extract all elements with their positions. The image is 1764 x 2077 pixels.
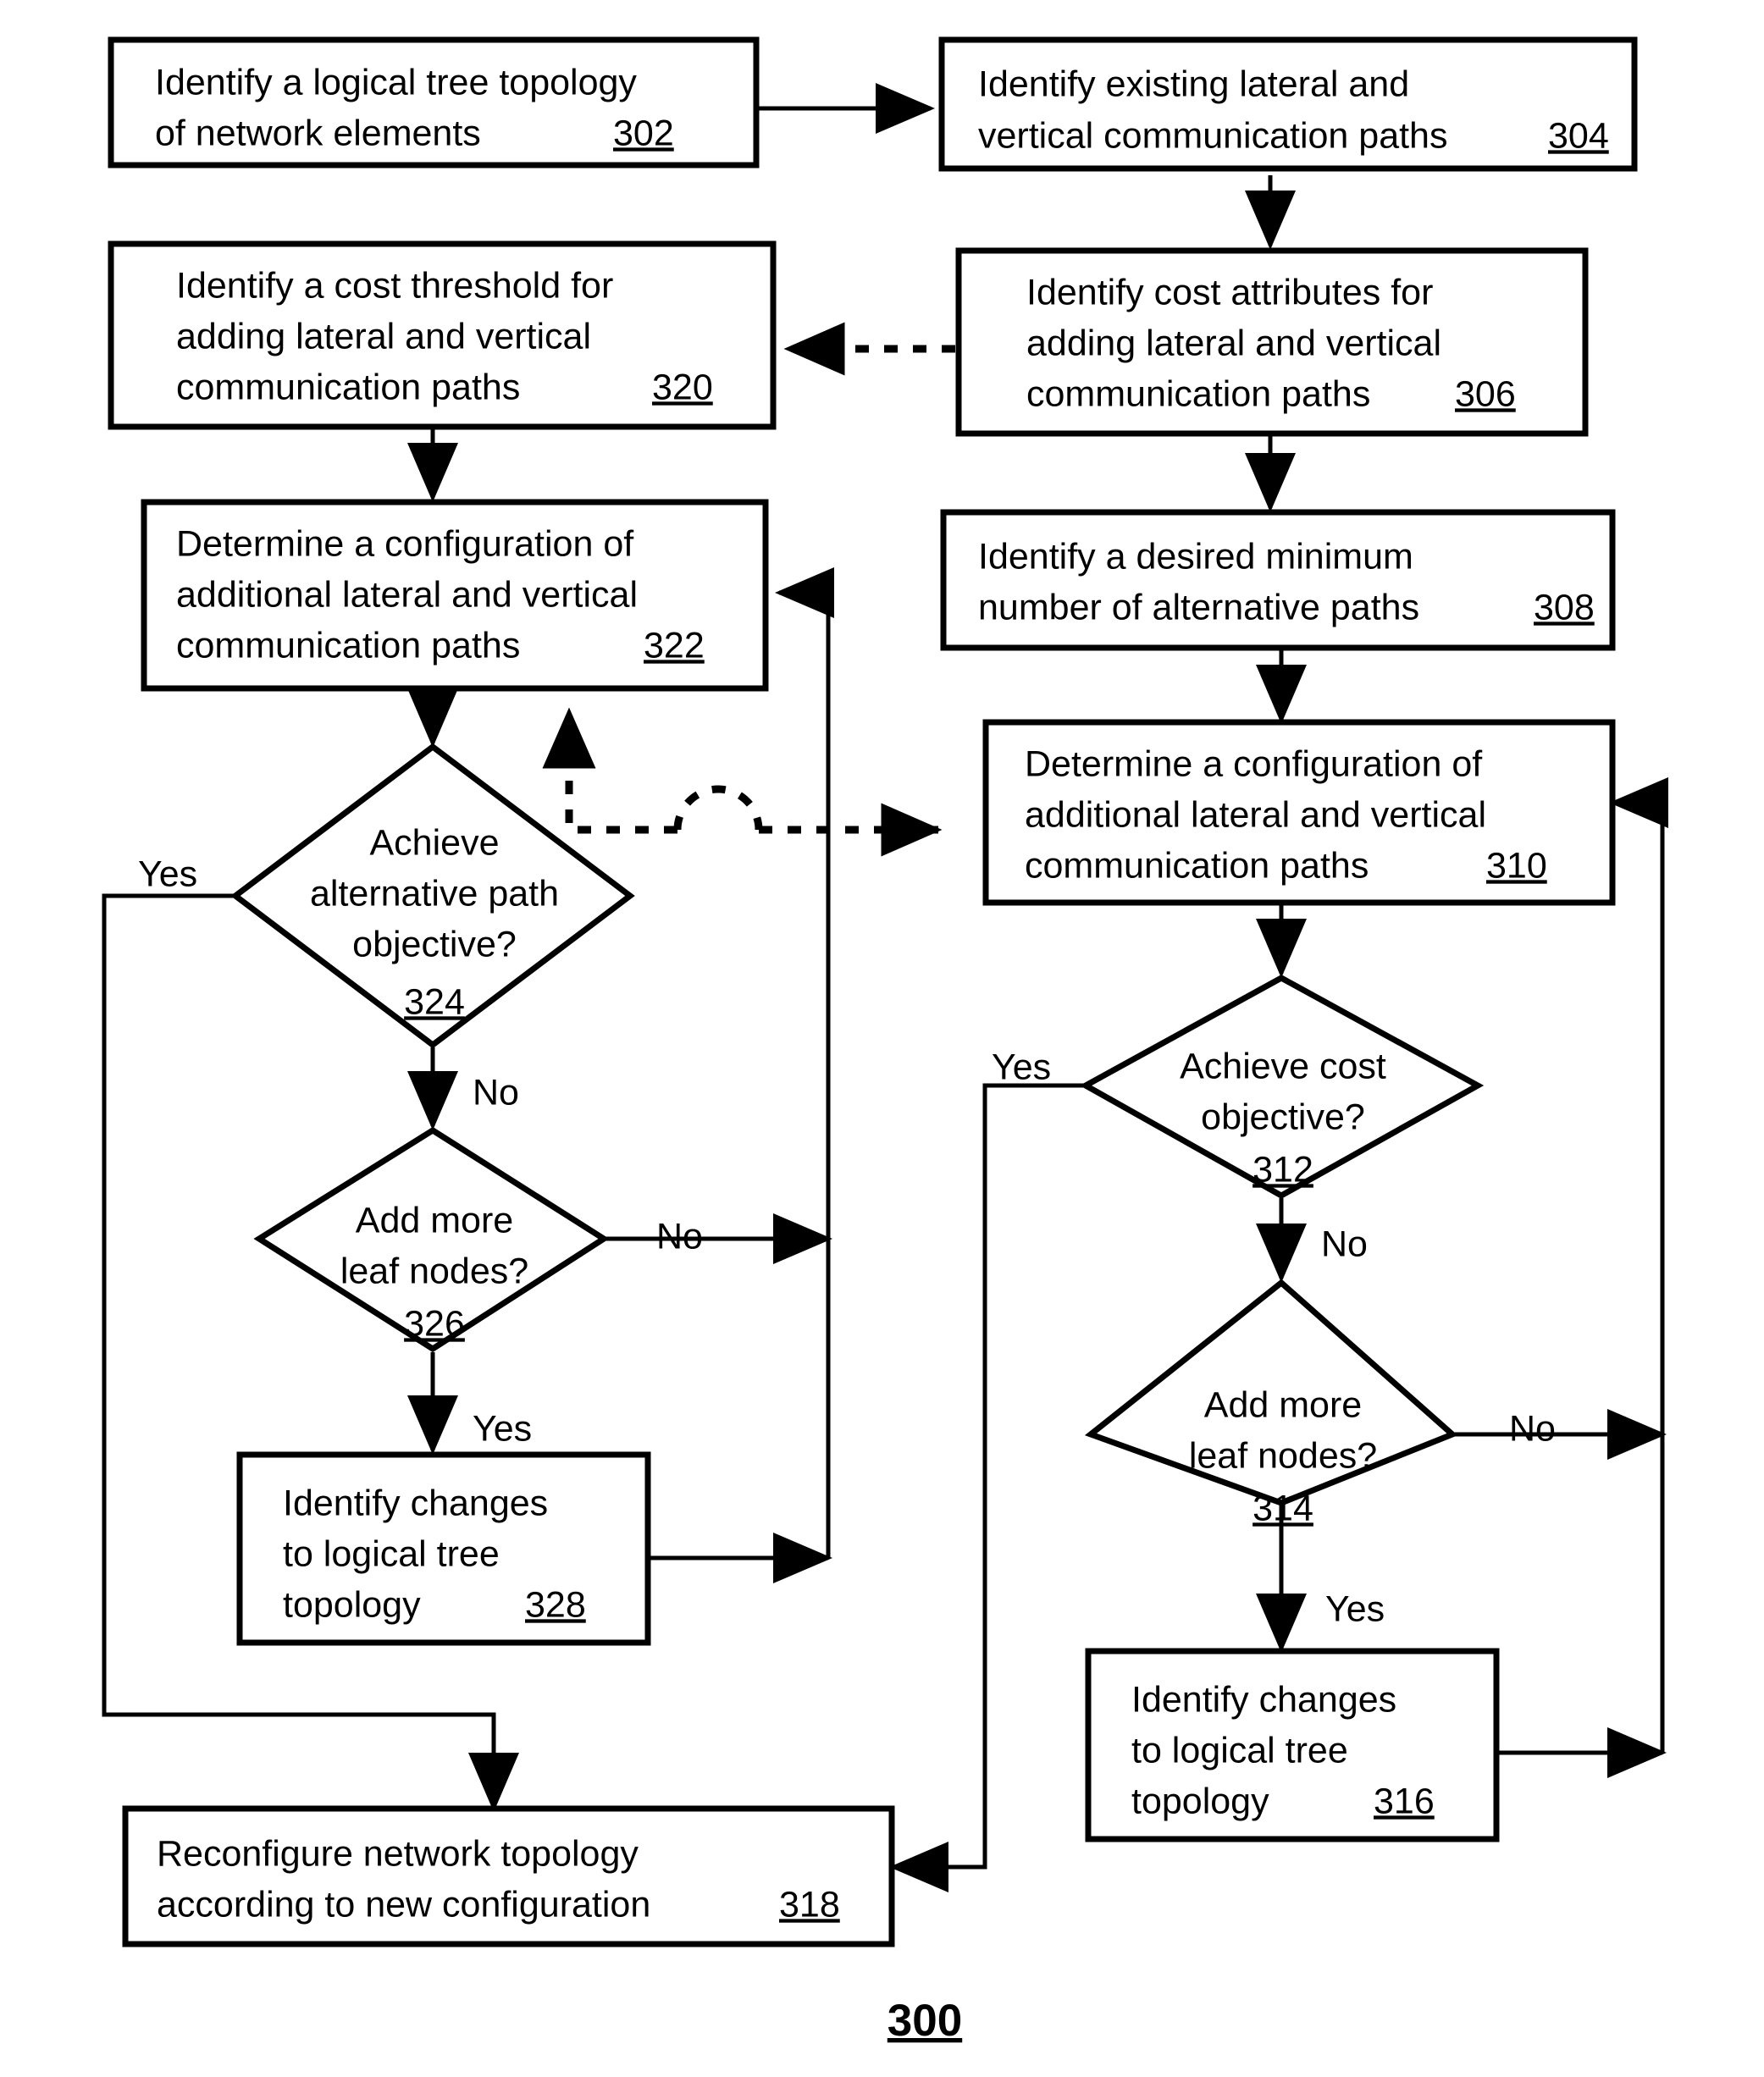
patent-flowchart-figure: Identify a logical tree topology of netw… bbox=[0, 0, 1764, 2077]
node-314-line2: leaf nodes? bbox=[1189, 1435, 1377, 1476]
edge-label-312-no: No bbox=[1321, 1224, 1368, 1264]
node-310-line1: Determine a configuration of bbox=[1025, 743, 1483, 784]
figure-number-label: 300 bbox=[888, 1996, 962, 2046]
connector-dotted-hop-arc bbox=[673, 785, 763, 831]
flowchart-canvas: Identify a logical tree topology of netw… bbox=[102, 36, 1668, 2046]
node-316-line3: topology bbox=[1131, 1781, 1269, 1821]
node-326-ref: 326 bbox=[404, 1303, 465, 1344]
node-316-line1: Identify changes bbox=[1131, 1679, 1396, 1720]
edge-label-314-no: No bbox=[1509, 1408, 1556, 1449]
node-302-line1: Identify a logical tree topology bbox=[155, 62, 637, 102]
node-316-line2: to logical tree bbox=[1131, 1730, 1348, 1770]
node-306-line1: Identify cost attributes for bbox=[1026, 272, 1433, 312]
node-320-line1: Identify a cost threshold for bbox=[176, 265, 613, 306]
node-320-line3: communication paths bbox=[176, 367, 520, 407]
node-318-ref: 318 bbox=[779, 1884, 840, 1925]
node-318-line2: according to new configuration bbox=[157, 1884, 650, 1925]
node-304-line2: vertical communication paths bbox=[978, 115, 1447, 156]
node-324-line1: Achieve bbox=[370, 822, 500, 863]
edge-label-314-yes: Yes bbox=[1325, 1588, 1385, 1629]
node-326-line2: leaf nodes? bbox=[340, 1251, 528, 1291]
edge-label-324-no: No bbox=[473, 1072, 519, 1113]
node-324-ref: 324 bbox=[404, 981, 465, 1022]
node-324-line3: objective? bbox=[352, 924, 517, 964]
node-326-line1: Add more bbox=[356, 1200, 513, 1240]
node-302-line2: of network elements bbox=[155, 113, 481, 153]
node-310-ref: 310 bbox=[1486, 845, 1547, 886]
edge-label-324-yes: Yes bbox=[138, 853, 197, 894]
node-304-ref: 304 bbox=[1548, 115, 1609, 156]
node-312-ref: 312 bbox=[1252, 1149, 1313, 1190]
node-306-line3: communication paths bbox=[1026, 373, 1370, 414]
node-302-ref: 302 bbox=[613, 113, 674, 153]
node-310-line2: additional lateral and vertical bbox=[1025, 794, 1486, 835]
node-320-ref: 320 bbox=[652, 367, 713, 407]
node-314-ref: 314 bbox=[1252, 1488, 1313, 1528]
edge-label-326-no: No bbox=[656, 1216, 703, 1257]
node-320-line2: adding lateral and vertical bbox=[176, 316, 591, 356]
node-322-ref: 322 bbox=[644, 625, 705, 666]
node-322-line1: Determine a configuration of bbox=[176, 523, 634, 564]
node-310-line3: communication paths bbox=[1025, 845, 1369, 886]
node-314-line1: Add more bbox=[1204, 1384, 1362, 1425]
node-328-ref: 328 bbox=[525, 1584, 586, 1625]
edge-label-312-yes: Yes bbox=[992, 1047, 1051, 1087]
node-324-line2: alternative path bbox=[310, 873, 559, 914]
node-312-line1: Achieve cost bbox=[1180, 1046, 1386, 1086]
node-308-line2: number of alternative paths bbox=[978, 587, 1419, 627]
node-328-line3: topology bbox=[283, 1584, 421, 1625]
node-322-line2: additional lateral and vertical bbox=[176, 574, 638, 615]
edge-label-326-yes: Yes bbox=[473, 1408, 532, 1449]
connector-dotted-branch-to-322 bbox=[542, 707, 677, 834]
node-318-line1: Reconfigure network topology bbox=[157, 1833, 639, 1874]
node-308-line1: Identify a desired minimum bbox=[978, 536, 1413, 577]
node-328-line1: Identify changes bbox=[283, 1483, 548, 1523]
node-306-line2: adding lateral and vertical bbox=[1026, 323, 1441, 363]
node-322-line3: communication paths bbox=[176, 625, 520, 666]
node-304-line1: Identify existing lateral and bbox=[978, 64, 1409, 104]
node-316-ref: 316 bbox=[1374, 1781, 1435, 1821]
node-328-line2: to logical tree bbox=[283, 1533, 500, 1574]
node-312-line2: objective? bbox=[1201, 1097, 1365, 1137]
connector-312-yes-to-318 bbox=[889, 1083, 1088, 1892]
connector-left-rail-back-to-322 bbox=[775, 567, 834, 1558]
node-306-ref: 306 bbox=[1455, 373, 1516, 414]
connector-right-rail-back-to-310 bbox=[1609, 777, 1668, 1753]
node-308-ref: 308 bbox=[1534, 587, 1595, 627]
